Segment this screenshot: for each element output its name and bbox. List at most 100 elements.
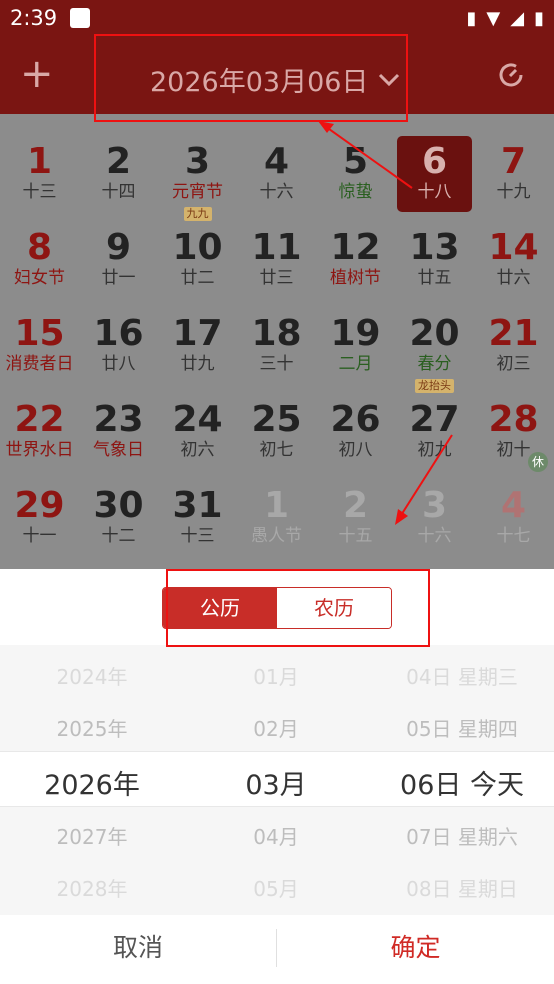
- day-number: 24: [172, 399, 223, 440]
- day-number: 15: [14, 313, 65, 354]
- lunar-label: 十三: [180, 526, 215, 546]
- wheel-option[interactable]: 01月: [176, 661, 376, 690]
- lunar-label: 十九: [496, 182, 531, 202]
- day-number: 13: [409, 227, 460, 268]
- day-number: 3: [184, 141, 211, 182]
- calendar-grid: 1 十三 2 十四 3 元宵节 九九 4 十六 5 惊蛰 6 十八 7 十九 8 妇女节 9 廿一 10 廿二 11 廿三 1…: [0, 114, 554, 569]
- calendar-day-cell[interactable]: 11 廿三: [237, 200, 316, 289]
- lunar-label: 植树节: [330, 268, 381, 288]
- confirm-button[interactable]: 确定: [277, 915, 554, 981]
- day-number: 23: [93, 399, 144, 440]
- calendar-day-cell[interactable]: 17 廿九: [158, 286, 237, 375]
- lunar-label: 廿八: [101, 354, 136, 374]
- wheel-option[interactable]: 04月: [176, 821, 376, 850]
- calendar-day-cell[interactable]: 18 三十: [237, 286, 316, 375]
- calendar-day-cell[interactable]: 14 廿六: [474, 200, 553, 289]
- day-number: 17: [172, 313, 223, 354]
- calendar-day-cell[interactable]: 4 十六: [237, 114, 316, 203]
- day-number: 19: [330, 313, 381, 354]
- day-number: 30: [93, 485, 144, 526]
- wheel-option[interactable]: 05月: [176, 873, 376, 902]
- calendar-day-cell[interactable]: 1 愚人节: [237, 458, 316, 547]
- lunar-label: 初八: [338, 440, 373, 460]
- battery-icon: ▮: [534, 8, 544, 29]
- day-number: 20: [409, 313, 460, 354]
- calendar-day-cell[interactable]: 19 二月: [316, 286, 395, 375]
- calendar-day-cell[interactable]: 2 十五: [316, 458, 395, 547]
- calendar-day-cell[interactable]: 9 廿一: [79, 200, 158, 289]
- calendar-day-cell[interactable]: 15 消费者日: [0, 286, 79, 375]
- day-number: 2: [342, 485, 369, 526]
- lunar-label: 廿九: [180, 354, 215, 374]
- day-number: 22: [14, 399, 65, 440]
- day-number: 2: [105, 141, 132, 182]
- day-number: 21: [488, 313, 539, 354]
- wheel-option[interactable]: 02月: [176, 713, 376, 742]
- day-number: 5: [342, 141, 369, 182]
- calendar-day-cell[interactable]: 10 廿二: [158, 200, 237, 289]
- wheel-option[interactable]: 03月: [176, 763, 376, 802]
- calendar-day-cell[interactable]: 22 世界水日: [0, 372, 79, 461]
- wheel-option[interactable]: 2025年: [0, 713, 192, 742]
- calendar-day-cell[interactable]: 21 初三: [474, 286, 553, 375]
- add-icon[interactable]: +: [20, 52, 54, 96]
- calendar-day-cell[interactable]: 25 初七: [237, 372, 316, 461]
- lunar-label: 气象日: [93, 440, 144, 460]
- lunar-label: 二月: [338, 354, 373, 374]
- lunar-label: 廿三: [259, 268, 294, 288]
- wheel-option[interactable]: 06日 今天: [362, 763, 554, 802]
- day-number: 16: [93, 313, 144, 354]
- wheel-option[interactable]: 07日 星期六: [362, 821, 554, 850]
- calendar-day-cell[interactable]: 27 初九: [395, 372, 474, 461]
- wheel-option[interactable]: 05日 星期四: [362, 713, 554, 742]
- calendar-day-cell[interactable]: 3 元宵节 九九: [158, 114, 237, 221]
- wheel-option[interactable]: 2024年: [0, 661, 192, 690]
- calendar-day-cell[interactable]: 12 植树节: [316, 200, 395, 289]
- lunar-label: 十七: [496, 526, 531, 546]
- calendar-day-cell[interactable]: 16 廿八: [79, 286, 158, 375]
- refresh-icon[interactable]: [496, 60, 526, 90]
- calendar-day-cell[interactable]: 31 十三: [158, 458, 237, 547]
- calendar-day-cell[interactable]: 1 十三: [0, 114, 79, 203]
- calendar-day-cell[interactable]: 20 春分 龙抬头: [395, 286, 474, 393]
- wheel-option[interactable]: 2027年: [0, 821, 192, 850]
- calendar-day-cell[interactable]: 2 十四: [79, 114, 158, 203]
- cancel-button[interactable]: 取消: [0, 915, 276, 981]
- lunar-label: 十八: [417, 182, 452, 202]
- vibrate-icon: ▮: [466, 8, 477, 29]
- wheel-option[interactable]: 04日 星期三: [362, 661, 554, 690]
- calendar-day-cell[interactable]: 8 妇女节: [0, 200, 79, 289]
- day-number: 18: [251, 313, 302, 354]
- day-number: 14: [488, 227, 539, 268]
- calendar-day-cell[interactable]: 13 廿五: [395, 200, 474, 289]
- wheel-option[interactable]: 2028年: [0, 873, 192, 902]
- lunar-label: 初七: [259, 440, 294, 460]
- calendar-day-cell[interactable]: 24 初六: [158, 372, 237, 461]
- lunar-label: 初三: [496, 354, 531, 374]
- lunar-label: 愚人节: [251, 526, 302, 546]
- lunar-label: 妇女节: [14, 268, 65, 288]
- lunar-label: 廿二: [180, 268, 215, 288]
- notification-icon: [70, 8, 90, 28]
- day-number: 26: [330, 399, 381, 440]
- calendar-day-cell[interactable]: 4 十七 休: [474, 452, 553, 546]
- status-icons: ▮ ▼ ◢ ▮: [467, 8, 545, 29]
- calendar-day-cell[interactable]: 3 十六: [395, 458, 474, 547]
- calendar-day-cell[interactable]: 29 十一: [0, 458, 79, 547]
- day-number: 11: [251, 227, 302, 268]
- calendar-day-cell[interactable]: 28 初十: [474, 372, 553, 461]
- wheel-option[interactable]: 2026年: [0, 763, 192, 802]
- lunar-label: 十二: [101, 526, 136, 546]
- day-number: 1: [263, 485, 290, 526]
- wheel-option[interactable]: 08日 星期日: [362, 873, 554, 902]
- status-bar: 2:39 ▮ ▼ ◢ ▮: [0, 0, 554, 38]
- calendar-day-cell[interactable]: 6 十八: [395, 114, 474, 203]
- day-number: 3: [421, 485, 448, 526]
- lunar-label: 世界水日: [5, 440, 74, 460]
- calendar-day-cell[interactable]: 23 气象日: [79, 372, 158, 461]
- calendar-day-cell[interactable]: 5 惊蛰: [316, 114, 395, 203]
- calendar-day-cell[interactable]: 30 十二: [79, 458, 158, 547]
- calendar-day-cell[interactable]: 7 十九: [474, 114, 553, 203]
- annotation-box-title: [94, 34, 408, 122]
- calendar-day-cell[interactable]: 26 初八: [316, 372, 395, 461]
